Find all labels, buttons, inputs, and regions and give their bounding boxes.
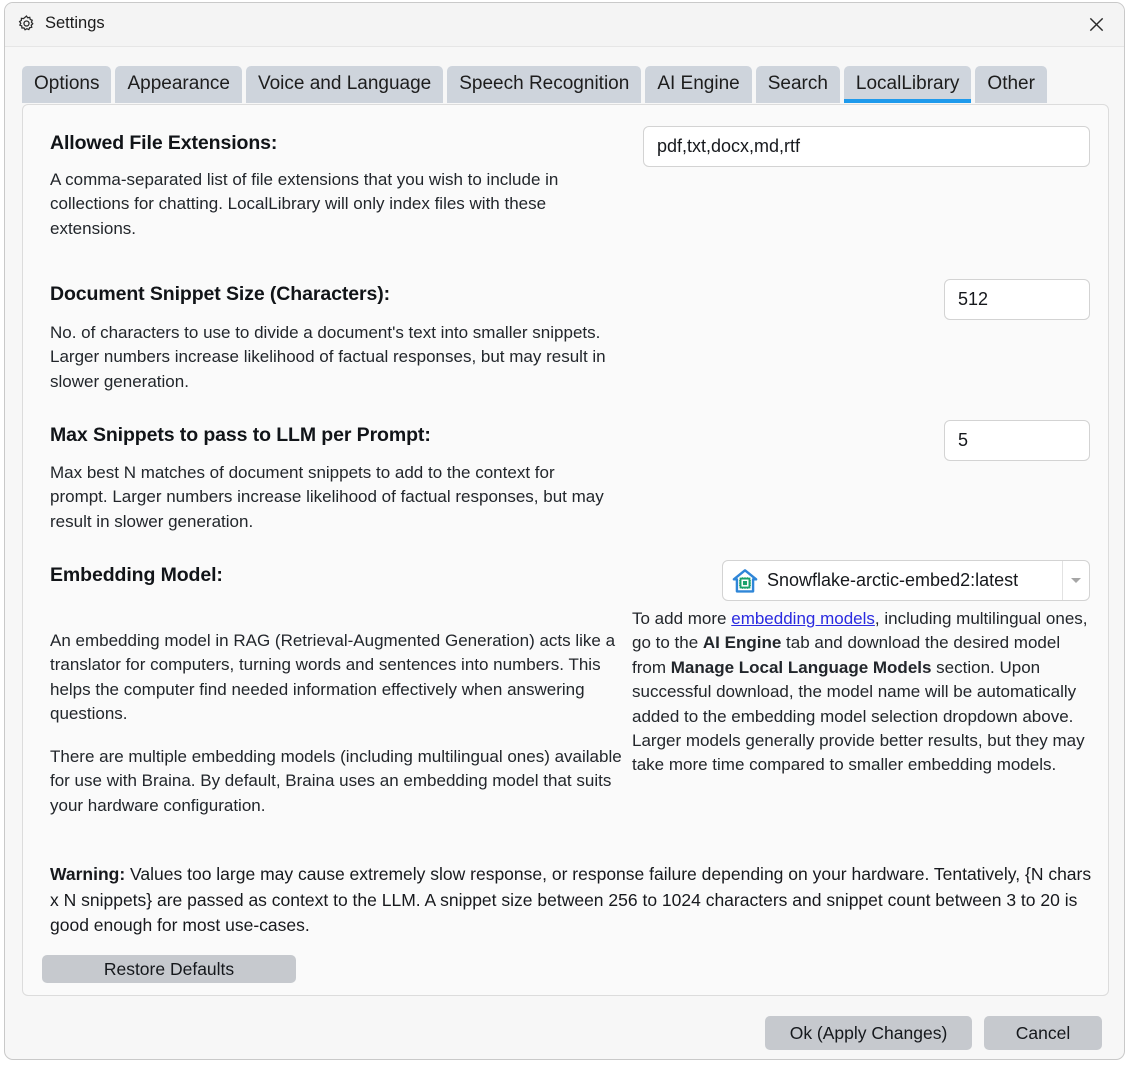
tab-other[interactable]: Other bbox=[975, 66, 1047, 103]
settings-tabs: Options Appearance Voice and Language Sp… bbox=[22, 66, 1047, 103]
help-part-1: To add more bbox=[632, 609, 732, 628]
tab-voice-and-language[interactable]: Voice and Language bbox=[245, 66, 444, 103]
chevron-down-icon[interactable] bbox=[1062, 561, 1089, 600]
warning-body: Values too large may cause extremely slo… bbox=[50, 864, 1092, 935]
allowed-extensions-input[interactable] bbox=[643, 126, 1090, 167]
allowed-extensions-heading: Allowed File Extensions: bbox=[50, 132, 278, 154]
snippet-size-input[interactable] bbox=[944, 279, 1090, 320]
warning-text: Warning: Values too large may cause extr… bbox=[50, 862, 1092, 939]
home-chip-icon bbox=[732, 568, 758, 594]
help-part-5: Larger models generally provide better r… bbox=[632, 731, 1085, 775]
settings-dialog: Settings Options Appearance Voice and La… bbox=[4, 2, 1125, 1060]
ok-apply-changes-button[interactable]: Ok (Apply Changes) bbox=[765, 1016, 972, 1050]
embedding-model-paragraph-1: An embedding model in RAG (Retrieval-Aug… bbox=[50, 631, 616, 724]
help-bold-manage-models: Manage Local Language Models bbox=[670, 657, 932, 677]
embedding-model-value: Snowflake-arctic-embed2:latest bbox=[767, 570, 1019, 590]
cancel-button[interactable]: Cancel bbox=[984, 1016, 1102, 1050]
locallibrary-panel: Allowed File Extensions: A comma-separat… bbox=[22, 104, 1109, 996]
title-group: Settings bbox=[17, 14, 105, 33]
tab-options[interactable]: Options bbox=[22, 66, 112, 103]
restore-defaults-button[interactable]: Restore Defaults bbox=[42, 955, 296, 983]
embedding-model-help: To add more embedding models, including … bbox=[632, 607, 1090, 778]
embedding-models-link[interactable]: embedding models bbox=[731, 609, 875, 628]
max-snippets-description: Max best N matches of document snippets … bbox=[50, 463, 604, 531]
window-title: Settings bbox=[45, 14, 105, 32]
dialog-footer: Ok (Apply Changes) Cancel bbox=[765, 1016, 1102, 1050]
snippet-size-heading: Document Snippet Size (Characters): bbox=[50, 283, 390, 305]
title-bar: Settings bbox=[5, 3, 1124, 47]
embedding-model-paragraph-2: There are multiple embedding models (inc… bbox=[50, 747, 622, 815]
embedding-model-dropdown[interactable]: Snowflake-arctic-embed2:latest bbox=[722, 560, 1090, 601]
gear-icon bbox=[17, 14, 36, 33]
allowed-extensions-description: A comma-separated list of file extension… bbox=[50, 170, 559, 238]
embedding-model-dropdown-body[interactable]: Snowflake-arctic-embed2:latest bbox=[723, 561, 1062, 600]
embedding-model-heading: Embedding Model: bbox=[50, 564, 223, 586]
max-snippets-input[interactable] bbox=[944, 420, 1090, 461]
max-snippets-heading: Max Snippets to pass to LLM per Prompt: bbox=[50, 424, 431, 446]
tab-locallibrary[interactable]: LocalLibrary bbox=[843, 66, 972, 103]
tab-speech-recognition[interactable]: Speech Recognition bbox=[447, 66, 642, 103]
tab-ai-engine[interactable]: AI Engine bbox=[645, 66, 752, 103]
warning-label: Warning: bbox=[50, 864, 126, 884]
close-button[interactable] bbox=[1068, 3, 1124, 46]
tab-appearance[interactable]: Appearance bbox=[115, 66, 242, 103]
snippet-size-description: No. of characters to use to divide a doc… bbox=[50, 323, 606, 391]
tab-search[interactable]: Search bbox=[755, 66, 840, 103]
help-bold-ai-engine: AI Engine bbox=[702, 633, 782, 653]
